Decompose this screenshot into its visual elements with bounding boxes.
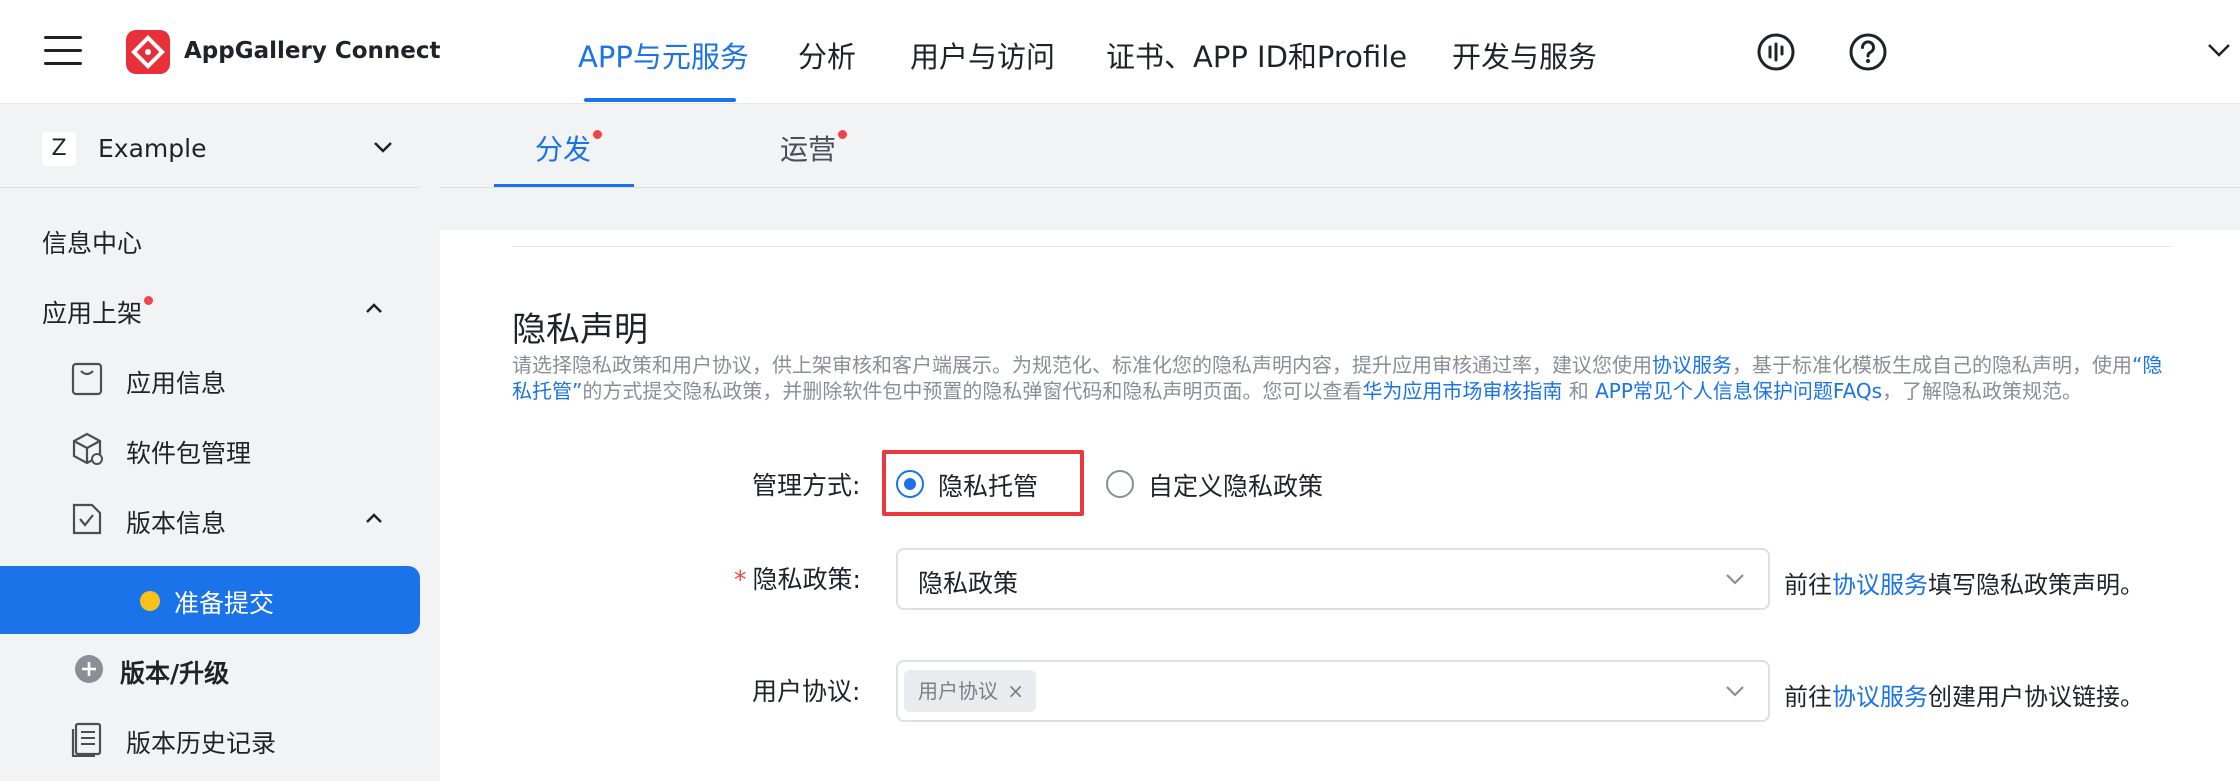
mode-label: 管理方式: (752, 471, 861, 500)
select-value: 隐私政策 (918, 569, 1019, 598)
top-bar: AppGallery Connect APP与元服务 分析 用户与访问 证书、A… (0, 0, 2240, 104)
agreement-label: 用户协议: (752, 677, 861, 706)
desc-text: 和 (1562, 379, 1596, 403)
sidebar-item-label: 应用信息 (126, 369, 227, 398)
tag-label: 用户协议 (918, 679, 998, 703)
faq-link[interactable]: APP常见个人信息保护问题FAQs (1595, 379, 1882, 403)
radio-label-privacy-hosting[interactable]: 隐私托管 (938, 467, 1038, 503)
tab-distribution[interactable]: 分发 (535, 128, 603, 168)
sidebar: Z Example 信息中心 应用上架 应用信息 软件包管理 版本信息 准备提交… (0, 104, 420, 781)
sidebar-item-version-history[interactable]: 版本历史记录 (0, 706, 420, 774)
chevron-down-icon[interactable] (1724, 572, 1746, 586)
sidebar-item-label: 准备提交 (174, 589, 275, 618)
tab-label: 运营 (780, 133, 837, 166)
radio-label-custom-policy[interactable]: 自定义隐私政策 (1148, 467, 1323, 503)
desc-text: ，了解隐私政策规范。 (1882, 379, 2083, 403)
sidebar-item-app-release[interactable]: 应用上架 (0, 276, 420, 344)
notification-dot (144, 296, 154, 305)
sidebar-item-label: 应用上架 (42, 299, 143, 328)
section-description: 请选择隐私政策和用户协议，供上架审核和客户端展示。为规范化、标准化您的隐私声明内… (512, 352, 2172, 404)
desc-text: 请选择隐私政策和用户协议，供上架审核和客户端展示。为规范化、标准化您的隐私声明内… (512, 353, 1652, 377)
menu-icon[interactable] (44, 36, 82, 66)
sidebar-item-label: 版本/升级 (120, 659, 230, 688)
notification-dot (593, 130, 603, 139)
required-mark: * (734, 565, 747, 594)
app-info-icon (71, 362, 103, 396)
divider (512, 246, 2172, 247)
agreement-tag: 用户协议 × (904, 670, 1036, 712)
policy-agreement-service-link[interactable]: 协议服务 (1832, 571, 1928, 599)
nav-analytics[interactable]: 分析 (798, 34, 856, 76)
privacy-panel: 隐私声明 请选择隐私政策和用户协议，供上架审核和客户端展示。为规范化、标准化您的… (440, 230, 2240, 781)
sidebar-item-app-info[interactable]: 应用信息 (0, 346, 420, 414)
section-title: 隐私声明 (512, 310, 648, 350)
version-icon (72, 503, 102, 535)
app-name: Example (98, 134, 207, 163)
status-dot (140, 591, 160, 611)
sidebar-item-label: 版本信息 (126, 509, 227, 538)
agreement-service-link[interactable]: 协议服务 (1652, 353, 1732, 377)
chevron-up-icon[interactable] (364, 302, 384, 314)
sidebar-item-label: 信息中心 (42, 229, 143, 258)
tab-label: 分发 (535, 133, 592, 166)
review-guide-link[interactable]: 华为应用市场审核指南 (1362, 379, 1562, 403)
sidebar-item-info-center[interactable]: 信息中心 (0, 206, 420, 274)
privacy-policy-select[interactable]: 隐私政策 (896, 548, 1770, 610)
notification-dot (838, 130, 848, 139)
sidebar-item-package-management[interactable]: 软件包管理 (0, 416, 420, 484)
desc-text: ，基于标准化模板生成自己的隐私声明，使用 (1732, 353, 2132, 377)
sidebar-item-label: 版本历史记录 (126, 729, 277, 758)
chevron-down-icon[interactable] (1724, 684, 1746, 698)
policy-hint: 前往协议服务填写隐私政策声明。 (1784, 565, 2144, 600)
sidebar-item-label: 软件包管理 (126, 439, 252, 468)
tab-active-indicator (494, 184, 634, 187)
feedback-icon[interactable] (1756, 32, 1796, 72)
user-agreement-select[interactable]: 用户协议 × (896, 660, 1770, 722)
chevron-down-icon[interactable] (2206, 42, 2232, 58)
agreement-hint: 前往协议服务创建用户协议链接。 (1784, 677, 2144, 712)
history-doc-icon (71, 722, 102, 757)
package-icon (72, 432, 103, 465)
sidebar-item-prepare-submit[interactable]: 准备提交 (0, 566, 420, 634)
sidebar-item-version-info[interactable]: 版本信息 (0, 486, 420, 554)
app-avatar: Z (42, 132, 76, 166)
hint-text: 前往 (1784, 683, 1832, 711)
appgallery-logo-icon[interactable] (126, 30, 170, 74)
chevron-down-icon[interactable] (372, 140, 394, 154)
hint-text: 创建用户协议链接。 (1928, 683, 2144, 711)
chevron-up-icon[interactable] (364, 512, 384, 524)
desc-text: 的方式提交隐私政策，并删除软件包中预置的隐私弹窗代码和隐私声明页面。您可以查看 (582, 379, 1363, 403)
sidebar-item-version-upgrade[interactable]: 版本/升级 (0, 636, 420, 704)
close-icon[interactable]: × (1007, 670, 1024, 712)
add-circle-icon (75, 655, 103, 683)
nav-dev-services[interactable]: 开发与服务 (1452, 34, 1597, 76)
nav-certificates[interactable]: 证书、APP ID和Profile (1106, 34, 1407, 76)
help-icon[interactable] (1848, 32, 1888, 72)
brand-name[interactable]: AppGallery Connect (184, 38, 441, 64)
hint-text: 前往 (1784, 571, 1832, 599)
nav-active-indicator (584, 98, 736, 102)
hint-text: 填写隐私政策声明。 (1928, 571, 2144, 599)
agreement-service-link-2[interactable]: 协议服务 (1832, 683, 1928, 711)
nav-users-access[interactable]: 用户与访问 (910, 34, 1055, 76)
policy-label-text: 隐私政策: (752, 565, 861, 594)
app-selector[interactable]: Z Example (0, 104, 420, 188)
content-tabs: 分发 运营 (440, 104, 2240, 188)
tab-operations[interactable]: 运营 (780, 128, 848, 168)
nav-app-services[interactable]: APP与元服务 (578, 34, 749, 76)
radio-custom-policy[interactable] (1106, 470, 1134, 498)
radio-privacy-hosting[interactable] (896, 470, 924, 498)
policy-label: * 隐私政策: (734, 560, 861, 596)
